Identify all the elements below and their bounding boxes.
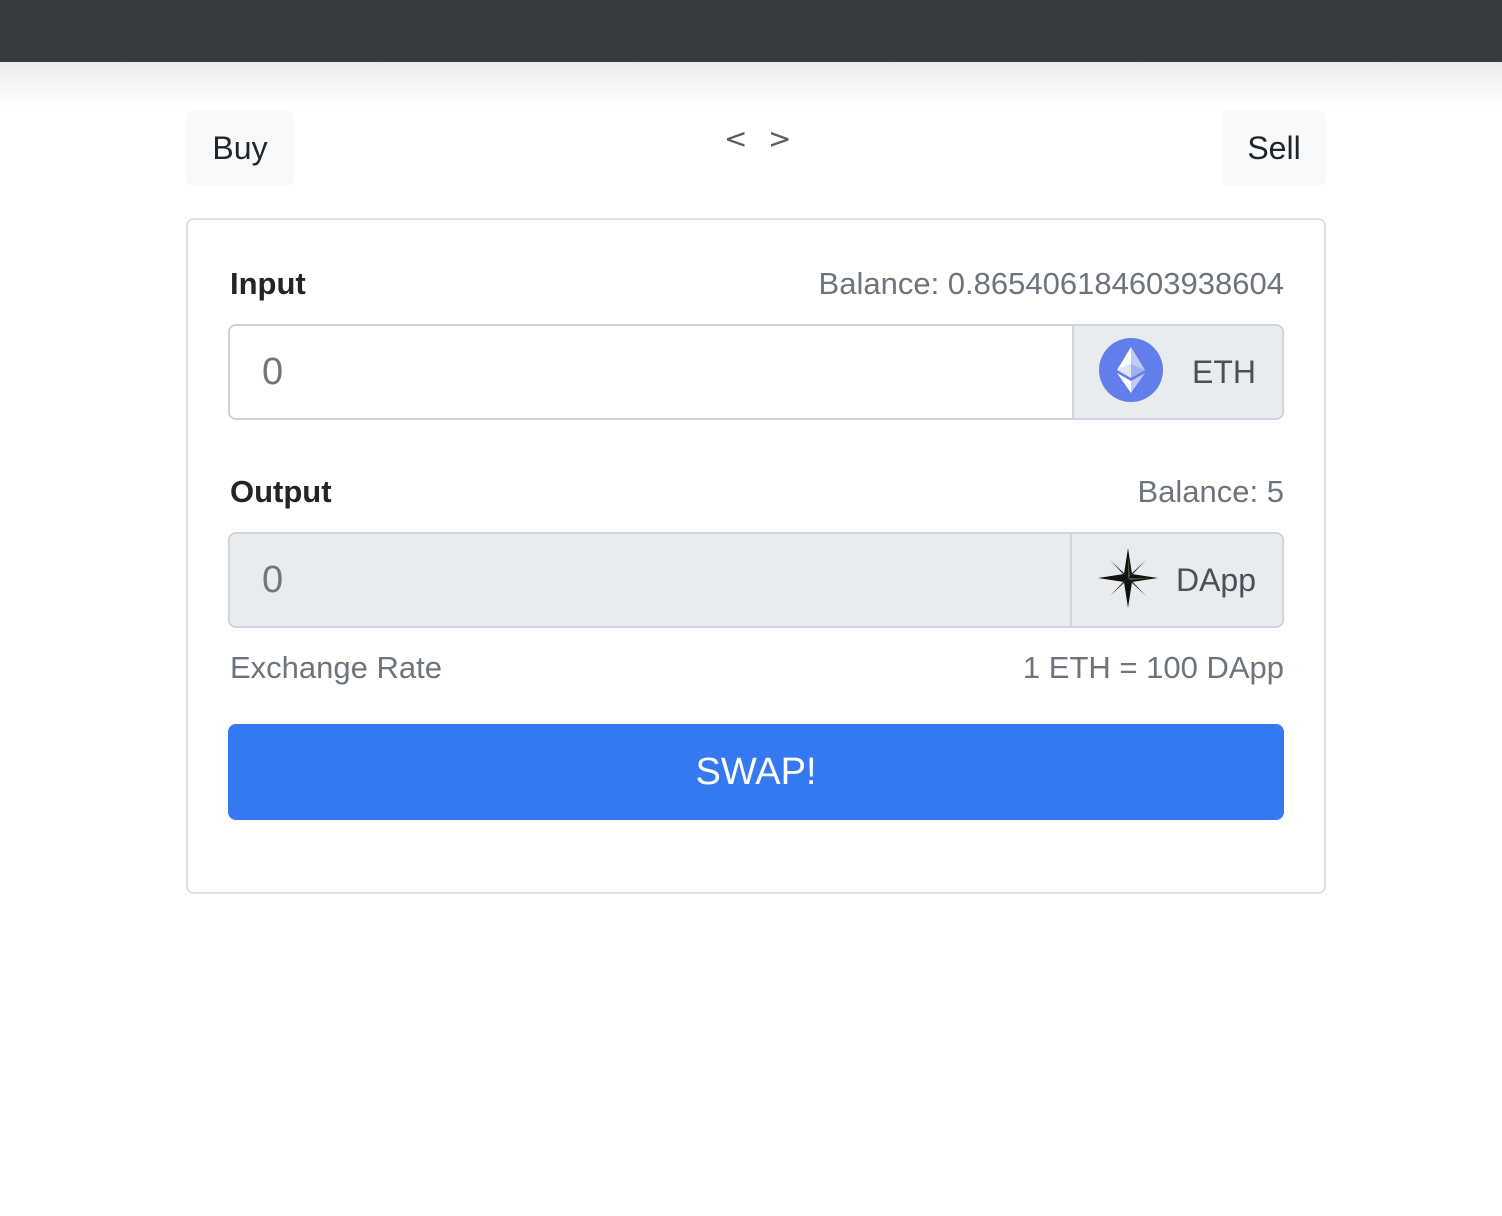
navbar-shadow — [0, 62, 1502, 106]
ethereum-icon — [1098, 337, 1164, 408]
input-token-name: ETH — [1192, 353, 1256, 390]
swap-card: Input Balance: 0.865406184603938604 ETH … — [186, 218, 1326, 894]
input-amount-field[interactable] — [230, 326, 1072, 418]
exchange-rate-row: Exchange Rate 1 ETH = 100 DApp — [230, 650, 1284, 686]
buy-button[interactable]: Buy — [186, 110, 294, 186]
output-group: DApp — [228, 532, 1284, 628]
compass-star-icon — [1096, 546, 1160, 615]
exchange-rate-value: 1 ETH = 100 DApp — [1022, 650, 1284, 685]
next-arrow[interactable]: > — [768, 118, 791, 158]
exchange-rate-label: Exchange Rate — [230, 650, 442, 685]
output-balance: Balance: 5 — [1137, 474, 1285, 509]
sell-button[interactable]: Sell — [1222, 110, 1326, 186]
output-token-name: DApp — [1175, 561, 1256, 598]
top-navbar — [0, 0, 1502, 62]
output-label: Output — [230, 474, 332, 509]
input-balance: Balance: 0.865406184603938604 — [818, 266, 1284, 301]
input-label: Input — [230, 266, 306, 301]
previous-arrow[interactable]: < — [724, 118, 747, 158]
swap-button[interactable]: SWAP! — [228, 724, 1284, 820]
output-token-addon: DApp — [1070, 534, 1282, 626]
input-token-addon: ETH — [1072, 326, 1282, 418]
input-group: ETH — [228, 324, 1284, 420]
output-amount-field — [230, 534, 1070, 626]
